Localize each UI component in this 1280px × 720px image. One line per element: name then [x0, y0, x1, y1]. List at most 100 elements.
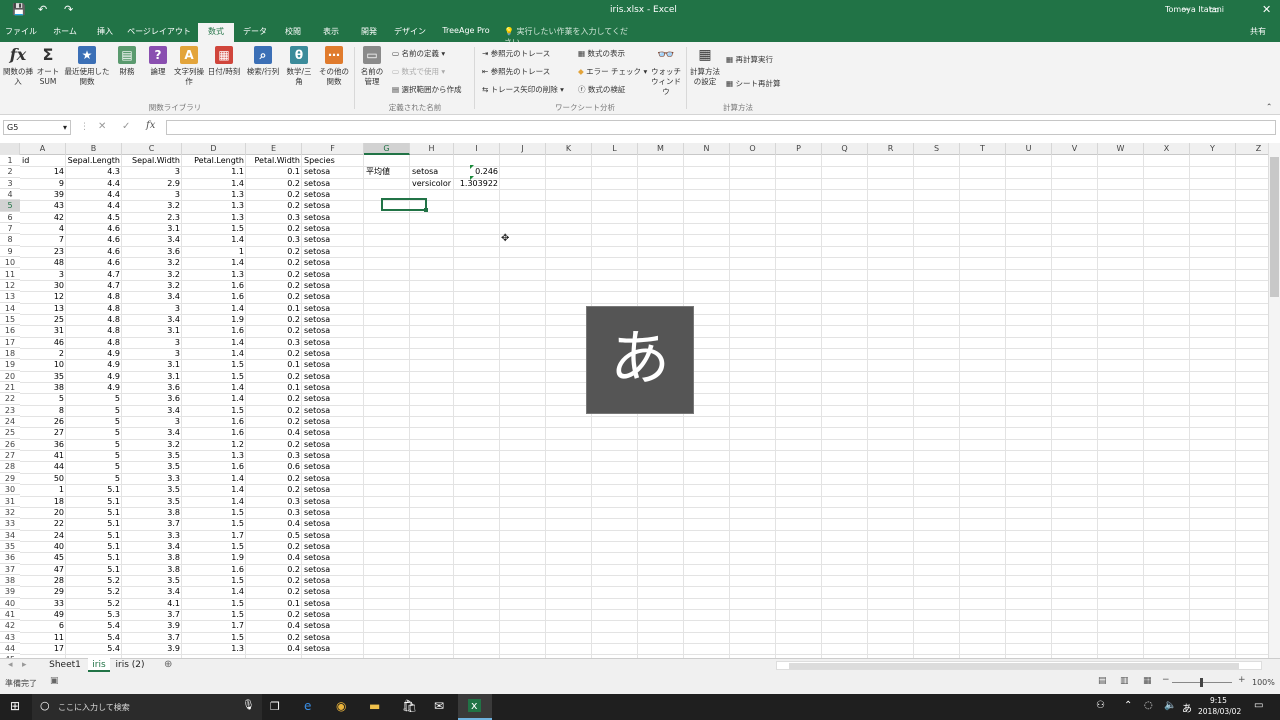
cell[interactable]: 4.8: [66, 337, 122, 348]
row-header[interactable]: 21: [0, 382, 20, 394]
cell[interactable]: 5.4: [66, 643, 122, 654]
cell[interactable]: 38: [20, 382, 66, 393]
column-header[interactable]: F: [302, 143, 364, 155]
cell[interactable]: 1.5: [182, 405, 246, 416]
cell[interactable]: 5: [66, 405, 122, 416]
cell[interactable]: 0.2: [246, 632, 302, 643]
minimize-icon[interactable]: ─: [1182, 3, 1189, 16]
column-header[interactable]: U: [1006, 143, 1052, 155]
share-button[interactable]: 共有: [1240, 26, 1276, 42]
cell[interactable]: 1.3: [182, 269, 246, 280]
cell[interactable]: 1.5: [182, 609, 246, 620]
cell[interactable]: 1.4: [182, 496, 246, 507]
cell[interactable]: 4.6: [66, 234, 122, 245]
cell[interactable]: 1.7: [182, 620, 246, 631]
cell[interactable]: 1.4: [182, 178, 246, 189]
cell[interactable]: 42: [20, 212, 66, 223]
cell[interactable]: 5: [66, 461, 122, 472]
cell[interactable]: 40: [20, 541, 66, 552]
cell[interactable]: setosa: [302, 405, 364, 416]
cell[interactable]: 1.5: [182, 598, 246, 609]
cell[interactable]: 4.9: [66, 359, 122, 370]
cell[interactable]: 2: [20, 348, 66, 359]
cell[interactable]: 1.5: [182, 359, 246, 370]
excel-taskbar-button[interactable]: x: [458, 694, 492, 720]
cell[interactable]: 1.4: [182, 586, 246, 597]
chrome-icon[interactable]: ◉: [336, 699, 346, 713]
cell[interactable]: 26: [20, 416, 66, 427]
collapse-ribbon-icon[interactable]: ⌃: [1266, 102, 1272, 111]
cell[interactable]: 3.4: [122, 405, 182, 416]
cell[interactable]: 3.1: [122, 223, 182, 234]
cell[interactable]: 1: [20, 484, 66, 495]
cell[interactable]: setosa: [302, 461, 364, 472]
cell[interactable]: 29: [20, 586, 66, 597]
cell[interactable]: 3.1: [122, 359, 182, 370]
cell[interactable]: 0.3: [246, 496, 302, 507]
cell[interactable]: 13: [20, 303, 66, 314]
cell[interactable]: 4.1: [122, 598, 182, 609]
cell[interactable]: 1.1: [182, 166, 246, 177]
cell[interactable]: Sepal.Width: [122, 155, 182, 166]
column-header[interactable]: S: [914, 143, 960, 155]
row-header[interactable]: 30: [0, 484, 20, 496]
tab-insert[interactable]: 挿入: [88, 26, 122, 42]
tab-review[interactable]: 校閲: [276, 26, 310, 42]
cell[interactable]: setosa: [410, 166, 454, 177]
insert-function-button[interactable]: fx 関数の挿入: [2, 46, 34, 87]
row-header[interactable]: 31: [0, 496, 20, 507]
cell[interactable]: 0.2: [246, 371, 302, 382]
add-sheet-button[interactable]: ⊕: [164, 659, 172, 670]
cell[interactable]: 3.4: [122, 291, 182, 302]
cell[interactable]: 0.2: [246, 416, 302, 427]
row-header[interactable]: 1: [0, 155, 20, 167]
row-header[interactable]: 19: [0, 359, 20, 371]
cell[interactable]: 5.1: [66, 507, 122, 518]
row-header[interactable]: 16: [0, 325, 20, 337]
cell[interactable]: 45: [20, 552, 66, 563]
cell[interactable]: 5.2: [66, 598, 122, 609]
autosum-button[interactable]: Σ オート SUM: [34, 46, 62, 87]
cell[interactable]: 0.2: [246, 325, 302, 336]
cell[interactable]: 1.4: [182, 348, 246, 359]
column-header[interactable]: Y: [1190, 143, 1236, 155]
cell[interactable]: 0.2: [246, 564, 302, 575]
cell[interactable]: 1.4: [182, 337, 246, 348]
cell[interactable]: 1.9: [182, 314, 246, 325]
cell[interactable]: 4.8: [66, 291, 122, 302]
cell[interactable]: 12: [20, 291, 66, 302]
cell[interactable]: setosa: [302, 439, 364, 450]
cell[interactable]: 7: [20, 234, 66, 245]
column-header[interactable]: L: [592, 143, 638, 155]
create-from-selection-button[interactable]: ▤ 選択範囲から作成: [392, 84, 461, 95]
cell[interactable]: 3.5: [122, 461, 182, 472]
cell[interactable]: 4.6: [66, 223, 122, 234]
cell[interactable]: setosa: [302, 530, 364, 541]
cell[interactable]: 0.2: [246, 291, 302, 302]
cell[interactable]: 0.3: [246, 507, 302, 518]
error-checking-button[interactable]: ◆ エラー チェック ▾: [578, 66, 647, 77]
cell[interactable]: 1.5: [182, 223, 246, 234]
cell[interactable]: 30: [20, 280, 66, 291]
column-header[interactable]: N: [684, 143, 730, 155]
cell[interactable]: 0.4: [246, 552, 302, 563]
cell[interactable]: 3.3: [122, 473, 182, 484]
cell[interactable]: 3.8: [122, 564, 182, 575]
column-header[interactable]: W: [1098, 143, 1144, 155]
row-header[interactable]: 44: [0, 643, 20, 655]
cell[interactable]: 3.5: [122, 484, 182, 495]
column-header[interactable]: A: [20, 143, 66, 155]
cell[interactable]: 0.2: [246, 609, 302, 620]
cell[interactable]: 3.4: [122, 234, 182, 245]
cell[interactable]: setosa: [302, 200, 364, 211]
tab-file[interactable]: ファイル: [2, 26, 40, 42]
cell[interactable]: 5.1: [66, 518, 122, 529]
column-header[interactable]: P: [776, 143, 822, 155]
row-header[interactable]: 6: [0, 212, 20, 224]
column-header[interactable]: R: [868, 143, 914, 155]
cell[interactable]: 44: [20, 461, 66, 472]
cell[interactable]: setosa: [302, 643, 364, 654]
cell[interactable]: 1.4: [182, 393, 246, 404]
select-all-corner[interactable]: [0, 143, 20, 155]
row-header[interactable]: 36: [0, 552, 20, 564]
